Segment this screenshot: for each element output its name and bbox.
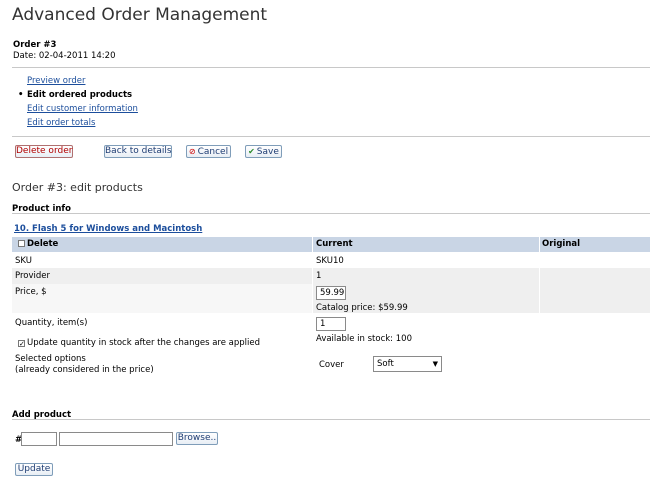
current-column-header: Current xyxy=(316,239,353,249)
nav-link-edit-customer-information[interactable]: Edit customer information xyxy=(27,104,138,114)
product-link[interactable]: 10. Flash 5 for Windows and Macintosh xyxy=(14,224,202,234)
product-name-input[interactable] xyxy=(59,432,173,446)
divider xyxy=(12,136,650,137)
browse-label: Browse.. xyxy=(177,433,217,443)
divider xyxy=(12,67,650,68)
nav-item-edit-order-totals[interactable]: Edit order totals xyxy=(27,117,138,131)
option-name-cover: Cover xyxy=(319,360,344,370)
update-stock-label: Update quantity in stock after the chang… xyxy=(27,338,261,348)
cover-select[interactable]: Soft ▼ xyxy=(373,356,442,372)
update-stock-option[interactable]: Update quantity in stock after the chang… xyxy=(18,338,260,348)
update-stock-checkbox[interactable] xyxy=(18,340,25,347)
selected-options-label: Selected options xyxy=(15,354,86,364)
sku-label: SKU xyxy=(15,256,32,266)
order-edit-nav: Preview order Edit ordered products Edit… xyxy=(18,75,138,131)
column-divider xyxy=(539,237,540,313)
nav-item-edit-customer-information[interactable]: Edit customer information xyxy=(27,103,138,117)
cancel-button[interactable]: ⊘ Cancel xyxy=(186,145,231,158)
delete-order-button[interactable]: Delete order xyxy=(15,145,73,158)
update-button[interactable]: Update xyxy=(15,463,53,476)
nav-link-preview-order[interactable]: Preview order xyxy=(27,76,85,86)
delete-column-header[interactable]: Delete xyxy=(18,237,58,252)
nav-link-edit-order-totals[interactable]: Edit order totals xyxy=(27,118,95,128)
provider-label: Provider xyxy=(15,271,50,281)
product-id-input[interactable] xyxy=(21,432,57,446)
quantity-input[interactable]: 1 xyxy=(316,317,346,331)
update-label: Update xyxy=(17,464,51,474)
column-divider xyxy=(312,237,313,313)
quantity-label: Quantity, item(s) xyxy=(15,318,88,328)
order-date: Date: 02-04-2011 14:20 xyxy=(13,51,116,61)
save-button[interactable]: ✔ Save xyxy=(245,145,282,158)
divider xyxy=(12,419,650,420)
catalog-price: Catalog price: $59.99 xyxy=(316,303,408,313)
cancel-icon: ⊘ xyxy=(188,147,196,156)
original-column-header: Original xyxy=(542,239,581,249)
table-row-bg xyxy=(12,268,650,284)
back-to-details-label: Back to details xyxy=(105,146,172,156)
price-input[interactable]: 59.99 xyxy=(316,286,346,300)
available-in-stock: Available in stock: 100 xyxy=(316,334,412,344)
nav-item-preview-order[interactable]: Preview order xyxy=(27,75,138,89)
section-title: Order #3: edit products xyxy=(12,181,143,194)
dropdown-arrow-icon: ▼ xyxy=(432,360,438,368)
delete-column-label: Delete xyxy=(27,239,59,249)
nav-label-edit-ordered-products: Edit ordered products xyxy=(27,90,133,100)
save-label: Save xyxy=(256,147,279,157)
page-title: Advanced Order Management xyxy=(12,5,268,25)
selected-options-note: (already considered in the price) xyxy=(15,365,154,375)
divider xyxy=(12,213,650,214)
provider-value: 1 xyxy=(316,271,322,281)
order-number: Order #3 xyxy=(13,40,57,50)
delete-checkbox[interactable] xyxy=(18,240,25,247)
delete-order-label: Delete order xyxy=(16,146,73,156)
price-label: Price, $ xyxy=(15,287,47,297)
sku-value: SKU10 xyxy=(316,256,344,266)
nav-item-edit-ordered-products: Edit ordered products xyxy=(18,89,138,103)
cancel-label: Cancel xyxy=(197,147,229,157)
back-to-details-button[interactable]: Back to details xyxy=(104,145,172,158)
checkmark-icon: ✔ xyxy=(248,147,255,156)
browse-button[interactable]: Browse.. xyxy=(176,432,218,445)
cover-select-value: Soft xyxy=(377,359,394,369)
